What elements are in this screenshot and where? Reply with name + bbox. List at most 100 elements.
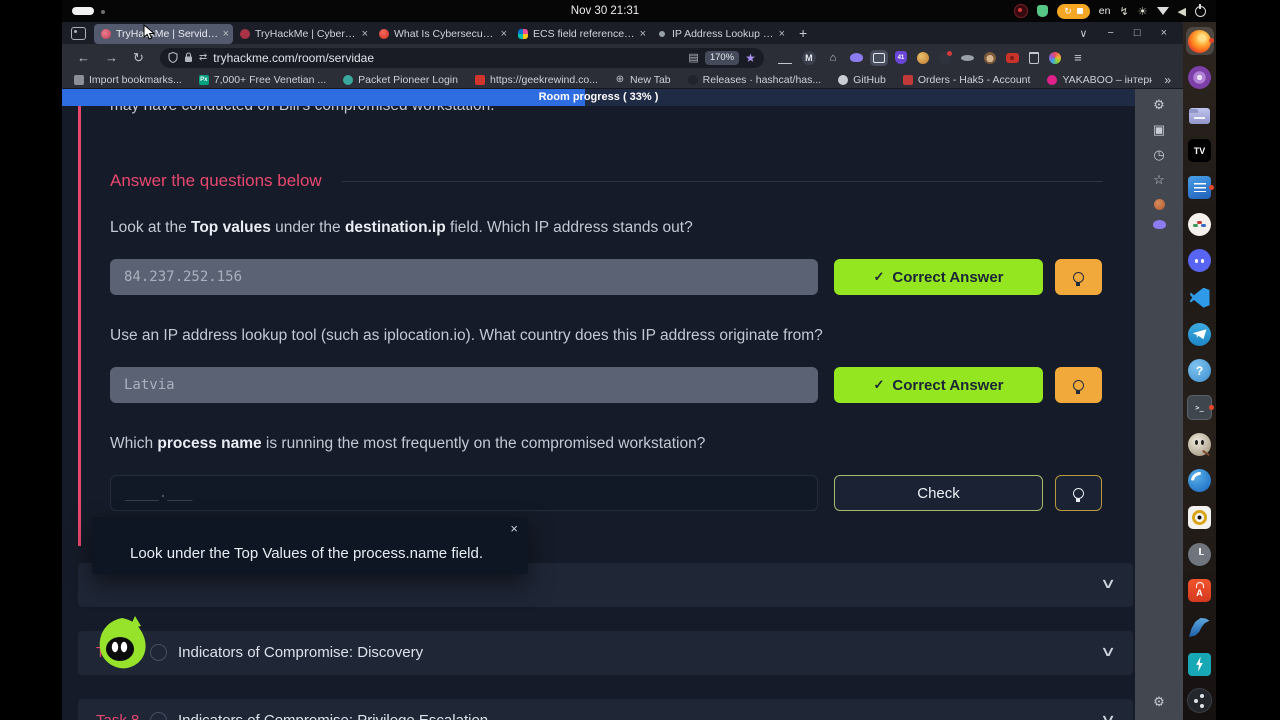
bookmark-star-icon[interactable]: ★ (745, 51, 756, 65)
dock-item-clock[interactable] (1186, 540, 1214, 568)
shield-badge-icon[interactable]: 41 (894, 51, 907, 64)
check-button[interactable]: Check (834, 475, 1043, 511)
forward-button[interactable]: → (105, 50, 118, 65)
history-clock-icon[interactable]: ◷ (1150, 146, 1168, 164)
screencast-indicator[interactable]: ↻ (1057, 3, 1090, 19)
bookmark-item[interactable]: Releases · hashcat/has... (687, 74, 821, 86)
permissions-icon[interactable]: ⇄ (199, 52, 207, 63)
system-clock[interactable]: Nov 30 21:31 (540, 0, 670, 22)
volume-icon[interactable]: ◀ (1178, 5, 1186, 18)
bookmark-item[interactable]: Import bookmarks... (74, 74, 182, 86)
dock-item-tradingview[interactable]: TV (1186, 137, 1214, 165)
hint-button-3[interactable] (1055, 475, 1102, 511)
cookie-icon[interactable] (916, 51, 929, 64)
task-section-7[interactable]: Task 7 Indicators of Compromise: Discove… (78, 631, 1133, 675)
wifi-icon[interactable] (1156, 7, 1169, 15)
reader-view-icon[interactable]: ▤ (688, 51, 698, 64)
task-section-8[interactable]: Task 8 Indicators of Compromise: Privile… (78, 699, 1133, 720)
dock-item-speaker[interactable] (1186, 504, 1214, 532)
chevron-down-icon[interactable]: ∨ (1100, 575, 1116, 592)
zoom-level-badge[interactable]: 170% (704, 50, 740, 65)
dock-item-wireshark[interactable] (1186, 614, 1214, 642)
url-bar[interactable]: ⇄ tryhackme.com/room/servidae ▤ 170% ★ (159, 47, 764, 68)
browser-tab[interactable]: TryHackMe | Servidae: L × (94, 23, 233, 44)
star-icon[interactable]: ☆ (1150, 171, 1168, 189)
tab-close-icon[interactable]: × (501, 28, 507, 40)
dock-item-vscode[interactable] (1186, 284, 1214, 312)
dock-item-telegram[interactable] (1186, 320, 1214, 348)
screenshot-icon[interactable] (872, 52, 885, 63)
maximize-button[interactable]: □ (1134, 27, 1141, 39)
chevron-down-icon[interactable]: ∨ (1100, 643, 1116, 660)
shield-icon[interactable] (1037, 5, 1049, 17)
dock-item-firefox[interactable] (1185, 27, 1214, 55)
dock-item-files[interactable] (1186, 100, 1214, 128)
home-icon[interactable]: ⌂ (826, 51, 840, 65)
bookmark-item[interactable]: Orders - Hak5 - Account (902, 74, 1030, 86)
dock-item-help[interactable]: ? (1186, 357, 1214, 385)
correct-answer-button-2[interactable]: ✓ Correct Answer (834, 367, 1043, 403)
extension-icon[interactable] (938, 50, 952, 64)
window-close-button[interactable]: × (1161, 27, 1167, 39)
camera-icon[interactable] (1005, 52, 1019, 63)
power-icon[interactable] (1195, 3, 1206, 17)
dock-item-writer[interactable] (1186, 174, 1214, 202)
back-button[interactable]: ← (77, 50, 90, 65)
dock-item-bolt[interactable] (1186, 650, 1214, 678)
screen-icon[interactable]: ▣ (1150, 121, 1168, 139)
cookie-icon[interactable] (1153, 199, 1165, 210)
bookmark-item[interactable]: GitHub (838, 74, 886, 86)
correct-answer-button-1[interactable]: ✓ Correct Answer (834, 259, 1043, 295)
tab-close-icon[interactable]: × (640, 28, 646, 40)
more-bookmarks-chevron[interactable]: » (1152, 73, 1183, 87)
browser-tab[interactable]: ECS field reference | Elast × (511, 24, 650, 44)
keyboard-layout-indicator[interactable]: en (1099, 5, 1111, 17)
dock-item-capsules[interactable] (1186, 210, 1214, 238)
mastodon-icon[interactable]: M (801, 50, 816, 65)
tab-close-icon[interactable]: × (362, 28, 368, 40)
firefox-view-icon[interactable] (71, 26, 86, 40)
dock-item-aliexpress[interactable]: A (1186, 577, 1214, 605)
bookmark-item[interactable]: YAKABOO – інтернет-... (1047, 74, 1152, 86)
bookmark-item[interactable]: ⊕ New Tab (615, 74, 671, 86)
dock-item-tor[interactable] (1186, 64, 1214, 92)
cloud-icon[interactable] (849, 53, 863, 62)
tab-close-icon[interactable]: × (223, 28, 229, 40)
hint-button-1[interactable] (1055, 259, 1102, 295)
browser-tab[interactable]: IP Address Lookup - Chec × (650, 24, 789, 44)
lock-icon[interactable] (184, 52, 193, 63)
settings-gear-icon[interactable]: ⚙ (1150, 693, 1168, 711)
activities-pill[interactable] (72, 7, 94, 15)
tab-close-icon[interactable]: × (779, 28, 785, 40)
bookmark-item[interactable]: Packet Pioneer Login (343, 74, 458, 86)
bookmark-item[interactable]: https://geekrewind.co... (474, 74, 598, 86)
hint-button-2[interactable] (1055, 367, 1102, 403)
answer-input-3[interactable] (110, 475, 818, 511)
list-tabs-icon[interactable]: ∨ (1079, 27, 1087, 40)
browser-tab[interactable]: What Is Cybersecurity Te × (372, 24, 511, 44)
download-icon[interactable] (777, 51, 792, 64)
answer-input-2[interactable] (110, 367, 818, 403)
answer-input-1[interactable] (110, 259, 818, 295)
minimize-button[interactable]: − (1107, 27, 1113, 39)
new-tab-button[interactable]: + (799, 25, 807, 41)
gear-icon[interactable]: ⚙ (1150, 96, 1168, 114)
tracking-shield-icon[interactable] (168, 52, 178, 63)
dock-item-thunderbird[interactable] (1186, 467, 1214, 495)
trash-icon[interactable] (1028, 51, 1039, 64)
dock-item-share[interactable] (1186, 687, 1214, 715)
menu-icon[interactable]: ≡ (1071, 50, 1085, 65)
dock-item-terminal[interactable]: >_ (1186, 394, 1214, 422)
recorder-icon[interactable] (1014, 4, 1029, 18)
reload-button[interactable]: ↻ (133, 50, 144, 66)
url-text[interactable]: tryhackme.com/room/servidae (213, 51, 682, 65)
chevron-down-icon[interactable]: ∨ (1100, 711, 1116, 720)
dock-item-gimp[interactable] (1186, 430, 1214, 458)
ufo-icon[interactable] (960, 54, 974, 61)
tooltip-close-icon[interactable]: × (510, 521, 518, 536)
monkey-icon[interactable] (983, 51, 996, 64)
colorwheel-icon[interactable] (1048, 51, 1061, 64)
brightness-icon[interactable]: ☀ (1138, 5, 1148, 18)
dock-item-discord[interactable] (1186, 247, 1214, 275)
bookmark-item[interactable]: Px 7,000+ Free Venetian ... (198, 74, 326, 86)
